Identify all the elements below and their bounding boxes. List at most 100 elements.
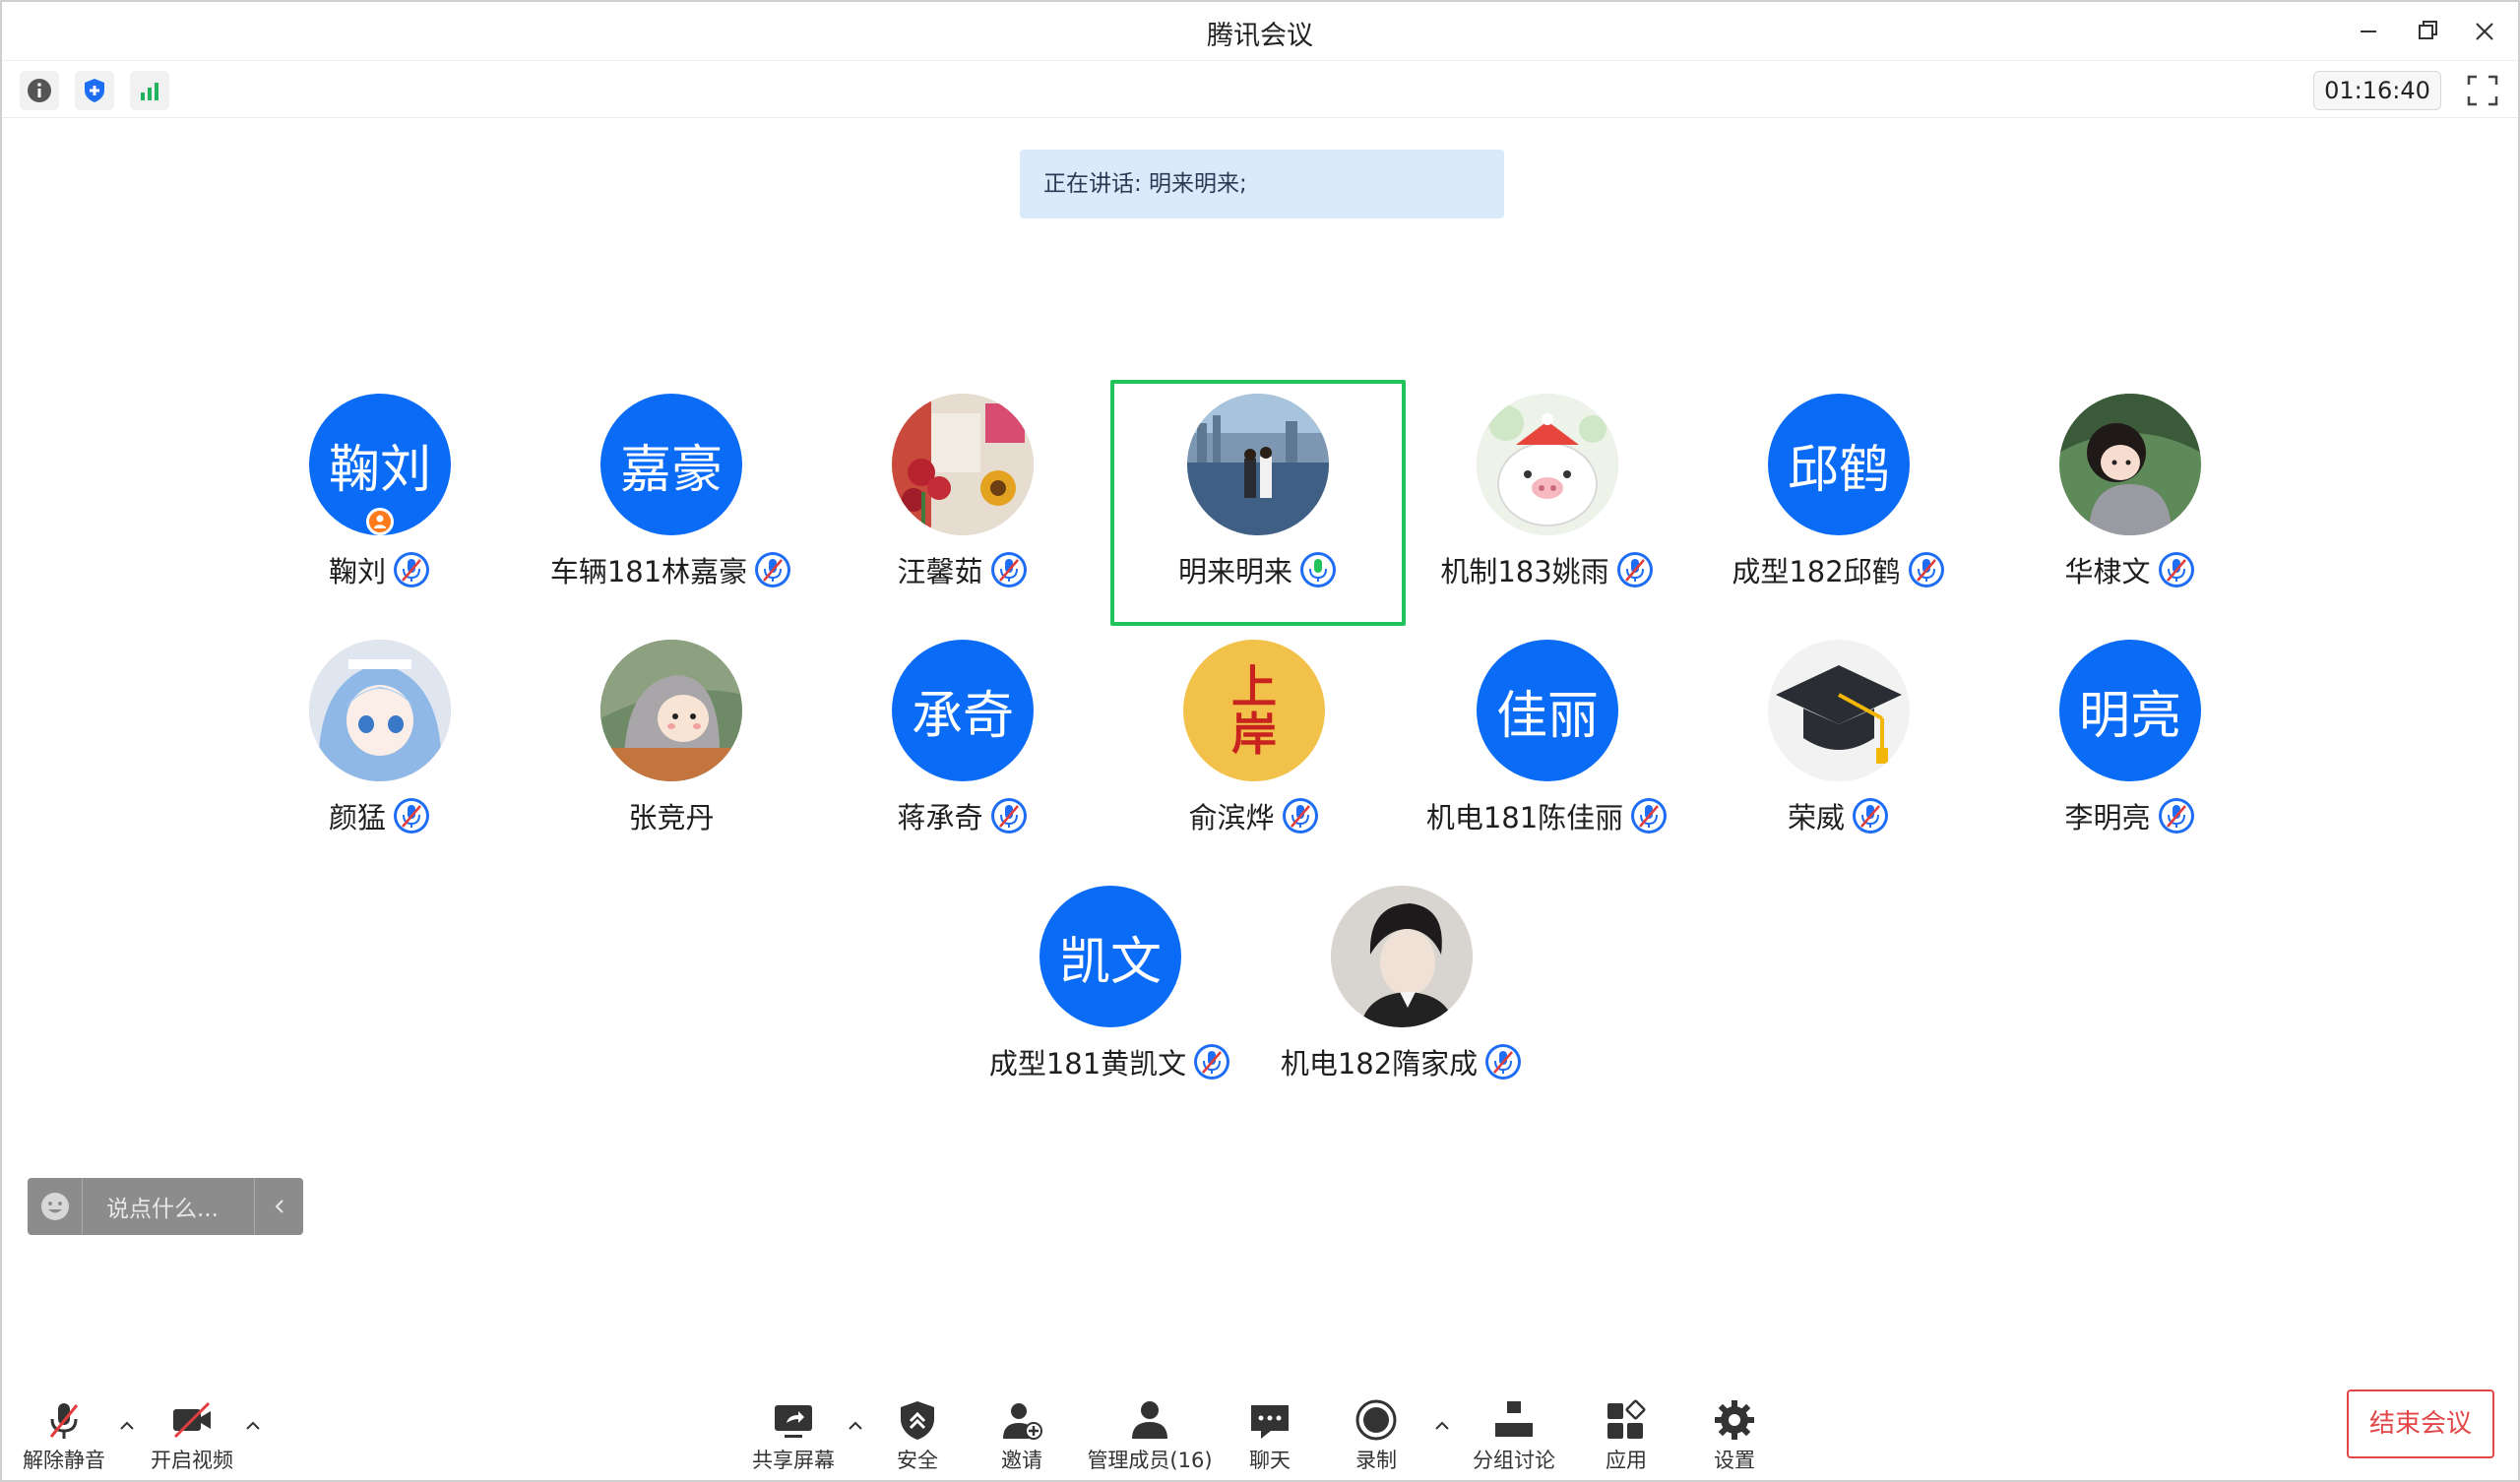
participant-tile[interactable]: 鞠刘 鞠刘 [232, 382, 528, 628]
participant-name: 成型181黄凯文 [988, 1047, 1187, 1081]
participant-name: 张竞丹 [628, 801, 715, 834]
avatar: 明亮 [2059, 640, 2201, 781]
man-portrait-icon [1331, 886, 1473, 1027]
participant-name: 机电181陈佳丽 [1425, 801, 1624, 834]
chevron-up-icon [849, 1421, 862, 1430]
participant-tile[interactable]: 汪馨茹 [815, 382, 1110, 628]
window-title: 腾讯会议 [1207, 21, 1313, 51]
meeting-info-button[interactable] [20, 71, 59, 110]
participant-tile[interactable]: 上岸 俞滨烨 [1106, 628, 1402, 874]
title-bar: 腾讯会议 [2, 2, 2518, 61]
participant-tile[interactable]: 荣威 [1691, 628, 1986, 874]
breakout-rooms-icon [1495, 1401, 1533, 1437]
invite-button[interactable]: 邀请 [992, 1388, 1051, 1476]
avatar-photo [2059, 394, 2201, 535]
graduation-cap-icon [1768, 640, 1910, 781]
mic-muted-icon [392, 550, 431, 589]
participant-tile[interactable]: 明亮 李明亮 [1983, 628, 2278, 874]
participant-tile[interactable]: 佳丽 机电181陈佳丽 [1400, 628, 1695, 874]
participant-tile[interactable]: 机电182隋家成 [1254, 874, 1549, 1120]
security-status-button[interactable] [75, 71, 114, 110]
avatar-photo [1187, 394, 1329, 535]
mic-muted-icon [989, 796, 1029, 835]
couple-photo-icon [1187, 394, 1329, 535]
mic-muted-icon [753, 550, 792, 589]
breakout-rooms-label: 分组讨论 [1473, 1449, 1555, 1472]
share-screen-button[interactable]: 共享屏幕 [748, 1388, 839, 1476]
chevron-up-icon [246, 1421, 260, 1430]
host-badge [366, 508, 394, 535]
avatar-photo [309, 640, 451, 781]
shield-icon [85, 79, 104, 102]
participant-name: 颜猛 [328, 801, 386, 834]
network-status-button[interactable] [130, 71, 169, 110]
avatar-photo [892, 394, 1034, 535]
flowers-photo-icon [892, 394, 1034, 535]
breakout-rooms-button[interactable]: 分组讨论 [1465, 1388, 1563, 1476]
emoji-button[interactable] [28, 1178, 83, 1235]
participant-tile[interactable]: 张竞丹 [524, 628, 819, 874]
video-options-caret[interactable] [242, 1415, 264, 1437]
record-options-caret[interactable] [1431, 1415, 1453, 1437]
mic-off-icon [49, 1403, 79, 1439]
restore-button[interactable] [2408, 14, 2447, 49]
add-user-icon [1003, 1403, 1042, 1440]
start-video-button[interactable]: 开启视频 [148, 1388, 236, 1476]
participant-tile[interactable]: 嘉豪 车辆181林嘉豪 [524, 382, 819, 628]
chat-quick-input[interactable]: 说点什么... [28, 1178, 303, 1235]
chat-bubble-icon [1251, 1405, 1289, 1439]
mic-muted-icon [1907, 550, 1946, 589]
mic-active-icon [1298, 550, 1338, 589]
end-meeting-button[interactable]: 结束会议 [2347, 1389, 2494, 1458]
chat-label: 聊天 [1249, 1449, 1291, 1472]
chat-button[interactable]: 聊天 [1240, 1388, 1299, 1476]
meeting-window: 腾讯会议 01:16:40 正在讲话: 明来明来; 鞠刘 鞠刘 嘉豪 车辆181… [0, 0, 2520, 1482]
security-button[interactable]: 安全 [888, 1388, 947, 1476]
avatar: 凯文 [1040, 886, 1181, 1027]
unmute-label: 解除静音 [23, 1449, 105, 1472]
chat-placeholder[interactable]: 说点什么... [83, 1190, 254, 1223]
mic-muted-icon [2157, 796, 2196, 835]
invite-label: 邀请 [1001, 1449, 1042, 1472]
close-button[interactable] [2465, 14, 2504, 49]
mic-muted-icon [392, 796, 431, 835]
participant-name: 明来明来 [1177, 555, 1292, 588]
fullscreen-button[interactable] [2465, 73, 2500, 108]
participant-name: 李明亮 [2064, 801, 2151, 834]
participant-name: 成型182邱鹤 [1732, 555, 1901, 588]
participant-tile[interactable]: 凯文 成型181黄凯文 [963, 874, 1258, 1120]
participant-tile[interactable]: 承奇 蒋承奇 [815, 628, 1110, 874]
participant-tile[interactable]: 邱鹤 成型182邱鹤 [1691, 382, 1986, 628]
share-options-caret[interactable] [845, 1415, 866, 1437]
mic-muted-icon [1281, 796, 1320, 835]
meeting-timer: 01:16:40 [2313, 71, 2441, 110]
settings-button[interactable]: 设置 [1705, 1388, 1764, 1476]
avatar: 邱鹤 [1768, 394, 1910, 535]
participant-tile-speaking[interactable]: 明来明来 [1110, 380, 1406, 626]
info-icon [28, 79, 51, 102]
unmute-button[interactable]: 解除静音 [22, 1388, 106, 1476]
meeting-info-bar: 01:16:40 [2, 63, 2518, 118]
record-button[interactable]: 录制 [1347, 1388, 1406, 1476]
participant-tile[interactable]: 机制183姚雨 [1400, 382, 1695, 628]
security-label: 安全 [897, 1449, 938, 1472]
audio-options-caret[interactable] [116, 1415, 138, 1437]
person-icon [374, 515, 386, 528]
fullscreen-icon [2467, 75, 2498, 106]
minimize-button[interactable] [2349, 14, 2388, 49]
apps-button[interactable]: 应用 [1597, 1388, 1656, 1476]
avatar: 佳丽 [1477, 640, 1618, 781]
participant-tile[interactable]: 颜猛 [232, 628, 528, 874]
bottom-toolbar: 解除静音 开启视频 共享屏幕 安全 邀请 管理成员(16) 聊天 录制 分组讨论… [2, 1364, 2518, 1482]
minimize-icon [2361, 31, 2376, 32]
chevron-up-icon [120, 1421, 134, 1430]
mic-muted-icon [1615, 550, 1655, 589]
participant-name: 车辆181林嘉豪 [549, 555, 748, 588]
collapse-chat-button[interactable] [254, 1178, 303, 1235]
record-label: 录制 [1355, 1449, 1397, 1472]
participant-tile[interactable]: 华棣文 [1983, 382, 2278, 628]
manage-members-button[interactable]: 管理成员(16) [1081, 1388, 1219, 1476]
close-icon [2476, 23, 2493, 40]
participant-name: 汪馨茹 [897, 555, 983, 588]
settings-label: 设置 [1714, 1449, 1755, 1472]
